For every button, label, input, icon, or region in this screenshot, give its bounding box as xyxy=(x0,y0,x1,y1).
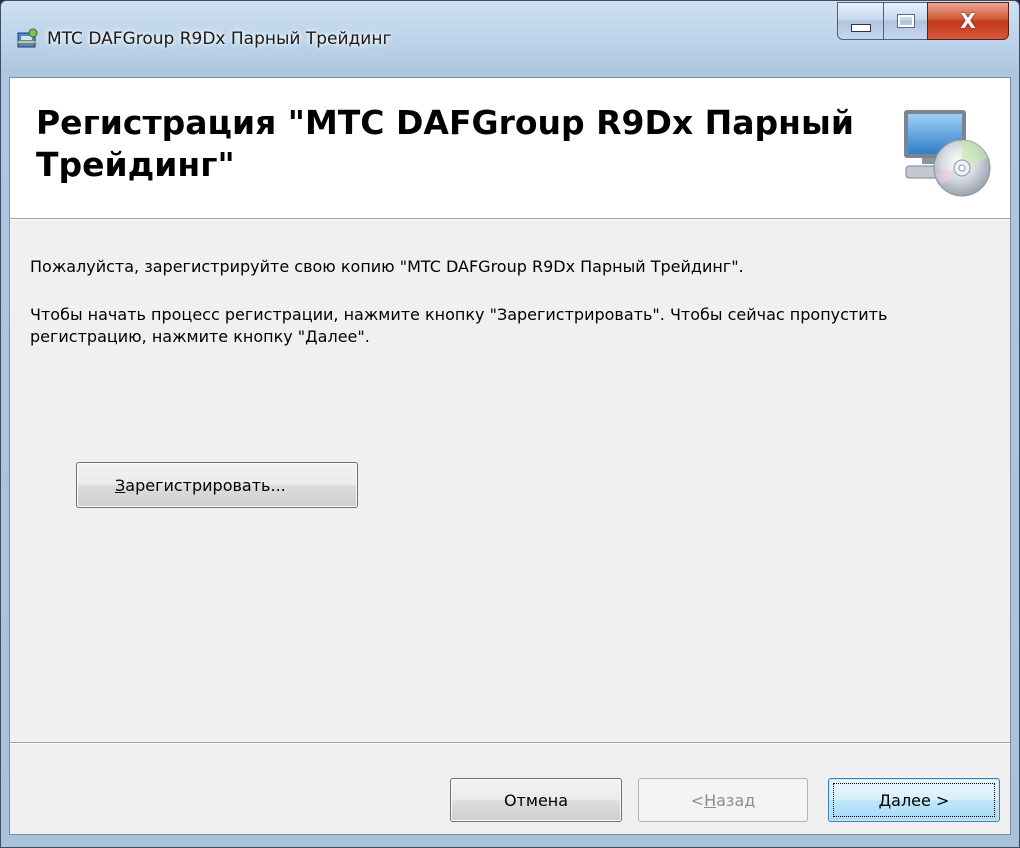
minimize-icon xyxy=(850,24,871,32)
close-button[interactable]: X xyxy=(927,2,1009,40)
page-title: Регистрация "MTC DAFGroup R9Dx Парный Тр… xyxy=(36,103,854,184)
focus-rectangle xyxy=(833,783,995,817)
back-label: азад xyxy=(716,790,756,810)
maximize-button[interactable] xyxy=(883,2,927,40)
installer-window: MTC DAFGroup R9Dx Парный Трейдинг X Реги… xyxy=(0,0,1020,848)
installer-icon xyxy=(17,28,38,48)
cancel-label: Отмена xyxy=(503,790,569,810)
title-bar[interactable]: MTC DAFGroup R9Dx Парный Трейдинг X xyxy=(1,1,1019,65)
registration-prompt: Пожалуйста, зарегистрируйте свою копию "… xyxy=(30,257,744,276)
maximize-icon xyxy=(896,14,915,28)
close-icon: X xyxy=(960,9,976,33)
register-accel: З xyxy=(115,475,126,495)
back-prefix: < xyxy=(690,790,705,810)
footer-divider-highlight xyxy=(10,743,1010,744)
caption-buttons: X xyxy=(837,2,1009,40)
computer-disc-icon xyxy=(904,110,991,197)
register-button[interactable]: Зарегистрировать... xyxy=(76,462,358,508)
window-title: MTC DAFGroup R9Dx Парный Трейдинг xyxy=(47,29,392,49)
banner-divider xyxy=(10,219,1010,220)
registration-instructions: Чтобы начать процесс регистрации, нажмит… xyxy=(30,305,888,346)
next-button[interactable]: Далее > xyxy=(828,778,1000,822)
back-accel: Н xyxy=(704,790,717,810)
minimize-button[interactable] xyxy=(837,2,883,40)
header-banner: Регистрация "MTC DAFGroup R9Dx Парный Тр… xyxy=(10,78,1010,219)
dialog-client-area: Регистрация "MTC DAFGroup R9Dx Парный Тр… xyxy=(9,77,1011,835)
cancel-button[interactable]: Отмена xyxy=(450,778,622,822)
back-button[interactable]: < Назад xyxy=(638,778,808,822)
register-label: арегистрировать... xyxy=(125,475,286,495)
